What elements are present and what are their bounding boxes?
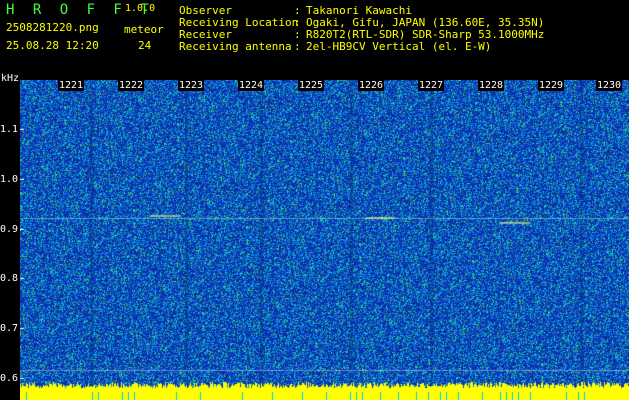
spectrogram-plot xyxy=(20,80,629,400)
x-tick-1221: 1221 xyxy=(58,80,85,91)
x-tick-1222: 1222 xyxy=(118,80,145,91)
x-tick-1226: 1226 xyxy=(358,80,385,91)
y-tick-1-0: 1.0 xyxy=(0,174,19,185)
y-tick-0-7: 0.7 xyxy=(0,323,19,334)
antenna-label: Receiving antenna xyxy=(179,40,292,53)
x-tick-1230: 1230 xyxy=(596,80,623,91)
meteor-label: meteor xyxy=(124,23,164,36)
x-tick-1229: 1229 xyxy=(538,80,565,91)
y-tick-0-6: 0.6 xyxy=(0,373,19,384)
antenna-value: 2el-HB9CV Vertical (el. E-W) xyxy=(306,40,492,53)
spectrogram-canvas xyxy=(20,80,629,400)
x-tick-1227: 1227 xyxy=(418,80,445,91)
x-tick-1224: 1224 xyxy=(238,80,265,91)
date-time: 25.08.28 12:20 xyxy=(6,39,99,52)
y-tick-0-9: 0.9 xyxy=(0,224,19,235)
file-name: 2508281220.png xyxy=(6,21,99,34)
x-tick-1223: 1223 xyxy=(178,80,205,91)
app-version: 1.0.0 xyxy=(125,3,156,14)
x-tick-1225: 1225 xyxy=(298,80,325,91)
header-panel: H R O F F T 1.0.0 2508281220.png 25.08.2… xyxy=(0,0,629,84)
y-axis-unit: kHz xyxy=(1,73,20,84)
y-tick-0-8: 0.8 xyxy=(0,273,19,284)
meteor-count: 24 xyxy=(138,39,152,52)
y-tick-1-1: 1.1 xyxy=(0,124,19,135)
x-tick-1228: 1228 xyxy=(478,80,505,91)
antenna-sep: : xyxy=(294,40,301,53)
